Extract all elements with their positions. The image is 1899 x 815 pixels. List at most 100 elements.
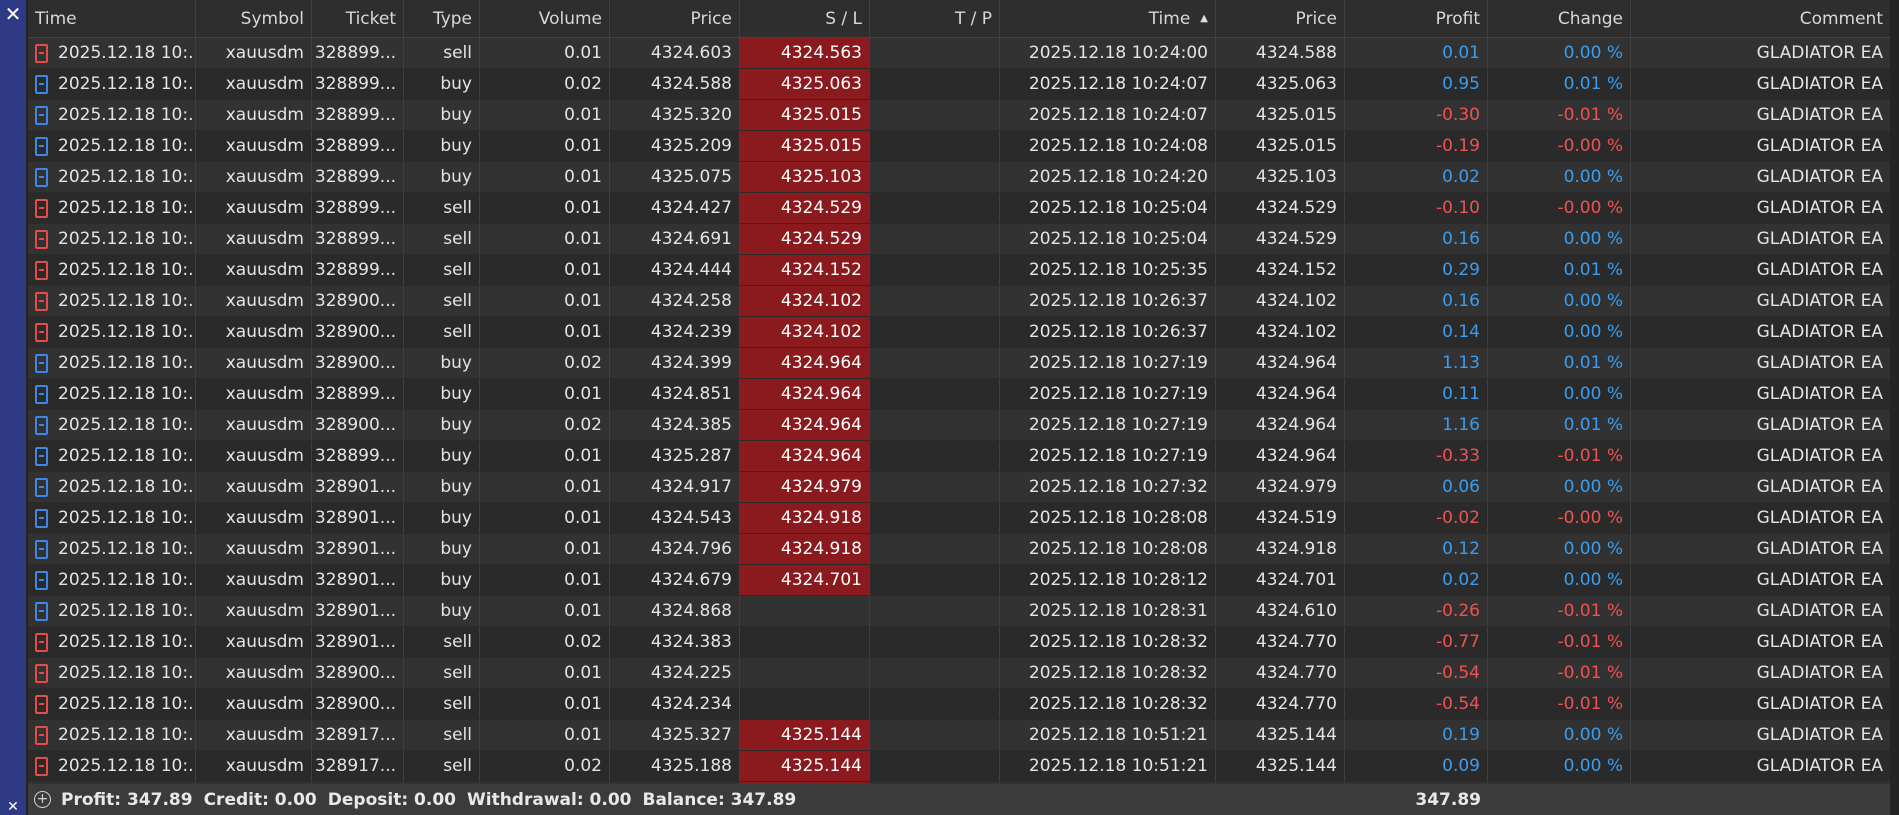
cell-volume: 0.01 — [480, 224, 610, 254]
table-row[interactable]: 2025.12.18 10:...xauusdm328917...sell0.0… — [28, 720, 1890, 751]
cell-price: 4324.868 — [610, 596, 740, 626]
table-row[interactable]: 2025.12.18 10:... xauusdm 328901... buy 0.01… — [28, 596, 1890, 627]
table-row[interactable]: 2025.12.18 10:... xauusdm 328900... buy 0.02… — [28, 348, 1890, 379]
table-row[interactable]: 2025.12.18 10:... xauusdm 328899... sell 0.0… — [28, 193, 1890, 224]
cell-volume: 0.01 — [480, 193, 610, 223]
table-row[interactable]: 2025.12.18 10:... xauusdm 328900... sell 0.0… — [28, 317, 1890, 348]
column-header-close-time[interactable]: Time ▲ — [1000, 0, 1216, 37]
cell-ticket: 328917... — [312, 720, 404, 750]
cell-time: 2025.12.18 10:... — [28, 131, 196, 161]
table-row[interactable]: 2025.12.18 10:... xauusdm 328901... buy 0.01… — [28, 565, 1890, 596]
order-document-icon — [35, 694, 48, 714]
cell-symbol: xauusdm — [196, 441, 312, 471]
table-row[interactable]: 2025.12.18 10:... xauusdm 328901... buy 0.01… — [28, 503, 1890, 534]
table-row[interactable]: 2025.12.18 10:... xauusdm 328899... buy 0.01… — [28, 379, 1890, 410]
cell-change: 0.01 % — [1488, 69, 1631, 99]
column-header-price[interactable]: Price — [610, 0, 740, 37]
cell-volume: 0.01 — [480, 720, 610, 750]
table-row[interactable]: 2025.12.18 10:... xauusdm 328899... buy 0.01… — [28, 100, 1890, 131]
summary-withdrawal: Withdrawal: 0.00 — [467, 789, 632, 810]
cell-time: 2025.12.18 10:... — [28, 565, 196, 595]
column-header-close-price[interactable]: Price — [1216, 0, 1345, 37]
cell-tp — [870, 503, 1000, 533]
cell-time: 2025.12.18 10:... — [28, 379, 196, 409]
cell-time: 2025.12.18 10:... — [28, 162, 196, 192]
cell-tp — [870, 534, 1000, 564]
cell-price: 4324.399 — [610, 348, 740, 378]
cell-price: 4324.851 — [610, 379, 740, 409]
table-row[interactable]: 2025.12.18 10:... xauusdm 328901... buy 0.01… — [28, 534, 1890, 565]
table-row[interactable]: 2025.12.18 10:... xauusdm 328900... sell 0.0… — [28, 286, 1890, 317]
column-header-volume[interactable]: Volume — [480, 0, 610, 37]
cell-price: 4325.209 — [610, 131, 740, 161]
cell-ticket: 328901... — [312, 565, 404, 595]
cell-comment: GLADIATOR EA — [1756, 43, 1883, 63]
cell-sl: 4325.144 — [740, 720, 870, 750]
cell-tp — [870, 131, 1000, 161]
cell-symbol: xauusdm — [196, 751, 312, 781]
table-row[interactable]: 2025.12.18 10:... xauusdm 328899... buy 0.02… — [28, 69, 1890, 100]
table-row[interactable]: 2025.12.18 10:... xauusdm 328899... buy 0.01… — [28, 441, 1890, 472]
order-document-icon — [35, 167, 48, 187]
summary-balance: Balance: 347.89 — [642, 789, 797, 810]
cell-tp — [870, 193, 1000, 223]
column-header-ticket[interactable]: Ticket — [312, 0, 404, 37]
order-document-icon — [35, 508, 48, 528]
cell-profit: -0.54 — [1345, 689, 1488, 719]
close-small-icon[interactable]: ✕ — [3, 799, 23, 815]
table-row[interactable]: 2025.12.18 10:... xauusdm 328899... sell 0.0… — [28, 255, 1890, 286]
cell-change: 0.00 % — [1488, 224, 1631, 254]
cell-time: 2025.12.18 10:... — [28, 348, 196, 378]
cell-profit: 0.02 — [1345, 565, 1488, 595]
cell-type: buy — [404, 100, 480, 130]
column-header-type[interactable]: Type — [404, 0, 480, 37]
close-icon[interactable]: ✕ — [3, 3, 23, 25]
table-row[interactable]: 2025.12.18 10:... xauusdm 328899... buy 0.01… — [28, 131, 1890, 162]
table-row[interactable]: 2025.12.18 10:... xauusdm 328900... sell 0.0… — [28, 658, 1890, 689]
cell-sl: 4324.979 — [740, 472, 870, 502]
column-header-sl[interactable]: S / L — [740, 0, 870, 37]
table-row[interactable]: 2025.12.18 10:... xauusdm 328899... sell 0.0… — [28, 38, 1890, 69]
summary-text: + Profit: 347.89 Credit: 0.00 Deposit: 0… — [34, 784, 807, 815]
cell-change: 0.00 % — [1488, 38, 1631, 68]
cell-type: sell — [404, 720, 480, 750]
order-document-icon — [35, 322, 48, 342]
cell-close-price: 4324.918 — [1216, 534, 1345, 564]
cell-type: buy — [404, 472, 480, 502]
cell-symbol: xauusdm — [196, 317, 312, 347]
column-header-symbol[interactable]: Symbol — [196, 0, 312, 37]
table-row[interactable]: 2025.12.18 10:...xauusdm328917...sell0.0… — [28, 751, 1890, 782]
table-row[interactable]: 2025.12.18 10:... xauusdm 328899... buy 0.01… — [28, 162, 1890, 193]
cell-close-time: 2025.12.18 10:28:08 — [1000, 534, 1216, 564]
column-header-time[interactable]: Time — [28, 0, 196, 37]
cell-ticket: 328901... — [312, 472, 404, 502]
cell-tp — [870, 348, 1000, 378]
cell-symbol: xauusdm — [196, 658, 312, 688]
cell-comment: GLADIATOR EA — [1756, 694, 1883, 714]
table-row[interactable]: 2025.12.18 10:... xauusdm 328900... buy 0.02… — [28, 410, 1890, 441]
cell-change: -0.01 % — [1488, 627, 1631, 657]
cell-volume: 0.02 — [480, 627, 610, 657]
cell-type: sell — [404, 286, 480, 316]
table-row[interactable]: 2025.12.18 10:... xauusdm 328901... buy 0.01… — [28, 472, 1890, 503]
column-header-comment[interactable]: Comment — [1631, 0, 1890, 37]
cell-symbol: xauusdm — [196, 255, 312, 285]
cell-volume: 0.01 — [480, 131, 610, 161]
cell-price: 4324.383 — [610, 627, 740, 657]
cell-tp — [870, 565, 1000, 595]
cell-ticket: 328899... — [312, 255, 404, 285]
column-header-profit[interactable]: Profit — [1345, 0, 1488, 37]
table-row[interactable]: 2025.12.18 10:... xauusdm 328900... sell 0.0… — [28, 689, 1890, 720]
table-row[interactable]: 2025.12.18 10:... xauusdm 328899... sell 0.0… — [28, 224, 1890, 255]
cell-close-price: 4324.701 — [1216, 565, 1345, 595]
column-header-tp[interactable]: T / P — [870, 0, 1000, 37]
cell-ticket: 328900... — [312, 689, 404, 719]
cell-sl: 4324.529 — [740, 193, 870, 223]
cell-close-price: 4325.144 — [1216, 720, 1345, 750]
column-header-change[interactable]: Change — [1488, 0, 1631, 37]
plus-circle-icon[interactable]: + — [34, 791, 51, 808]
cell-time: 2025.12.18 10:... — [28, 255, 196, 285]
cell-close-time: 2025.12.18 10:26:37 — [1000, 286, 1216, 316]
cell-profit: -0.19 — [1345, 131, 1488, 161]
table-row[interactable]: 2025.12.18 10:... xauusdm 328901... sell 0.0… — [28, 627, 1890, 658]
